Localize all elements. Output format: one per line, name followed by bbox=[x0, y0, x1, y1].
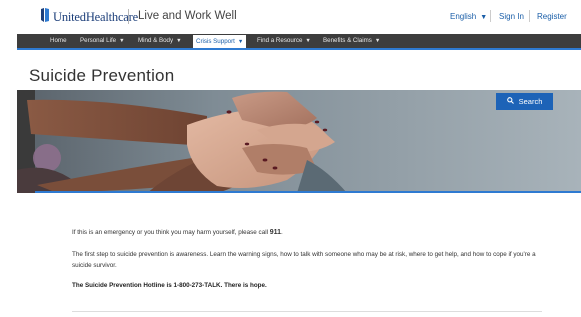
search-button[interactable]: Search bbox=[496, 93, 553, 110]
chevron-down-icon: ▼ bbox=[237, 39, 244, 45]
chevron-down-icon: ▼ bbox=[305, 38, 311, 44]
emergency-text: If this is an emergency or you think you… bbox=[72, 229, 270, 236]
nav-item-label: Find a Resource bbox=[257, 37, 303, 44]
language-label: English bbox=[450, 12, 477, 21]
awareness-paragraph: The first step to suicide prevention is … bbox=[72, 251, 536, 269]
nav-item-label: Personal Life bbox=[80, 37, 117, 44]
site-tagline: Live and Work Well bbox=[138, 10, 237, 22]
search-button-label: Search bbox=[518, 97, 543, 106]
chevron-down-icon: ▼ bbox=[374, 38, 381, 44]
language-selector[interactable]: English ▼ bbox=[450, 12, 487, 21]
nav-item-home[interactable]: Home bbox=[50, 34, 67, 48]
nav-item-label: Benefits & Claims bbox=[323, 37, 372, 44]
sign-in-link[interactable]: Sign In bbox=[499, 12, 524, 21]
search-icon bbox=[506, 93, 514, 110]
nav-item-label: Mind & Body bbox=[138, 37, 174, 44]
emergency-number[interactable]: 911 bbox=[270, 229, 281, 236]
emergency-text-end: . bbox=[281, 229, 283, 236]
nav-item-label: Home bbox=[50, 37, 67, 44]
logo-divider bbox=[128, 9, 129, 24]
section-divider bbox=[72, 311, 542, 312]
chevron-down-icon: ▼ bbox=[119, 38, 125, 44]
utility-divider bbox=[490, 10, 491, 22]
chevron-down-icon: ▼ bbox=[480, 14, 488, 21]
chevron-down-icon: ▼ bbox=[176, 38, 182, 44]
brand-logo[interactable]: UnitedHealthcare bbox=[53, 10, 138, 25]
nav-item-benefits-claims[interactable]: Benefits & Claims ▼ bbox=[323, 34, 380, 48]
nav-item-find-a-resource[interactable]: Find a Resource ▼ bbox=[257, 34, 311, 48]
utility-divider bbox=[529, 10, 530, 22]
nav-item-crisis-support[interactable]: Crisis Support ▼ bbox=[193, 35, 247, 48]
nav-item-mind-body[interactable]: Mind & Body ▼ bbox=[138, 34, 182, 48]
emergency-notice: If this is an emergency or you think you… bbox=[72, 227, 283, 238]
main-navigation: Home Personal Life ▼ Mind & Body ▼ Crisis … bbox=[17, 34, 581, 50]
register-link[interactable]: Register bbox=[537, 12, 567, 21]
top-header: UnitedHealthcare Live and Work Well Engl… bbox=[0, 0, 581, 31]
unitedhealthcare-logo-icon[interactable] bbox=[41, 8, 49, 22]
nav-item-personal-life[interactable]: Personal Life ▼ bbox=[80, 34, 125, 48]
hotline-text: The Suicide Prevention Hotline is 1-800-… bbox=[72, 282, 267, 289]
nav-item-label: Crisis Support bbox=[196, 38, 235, 45]
page-title: Suicide Prevention bbox=[29, 66, 175, 85]
